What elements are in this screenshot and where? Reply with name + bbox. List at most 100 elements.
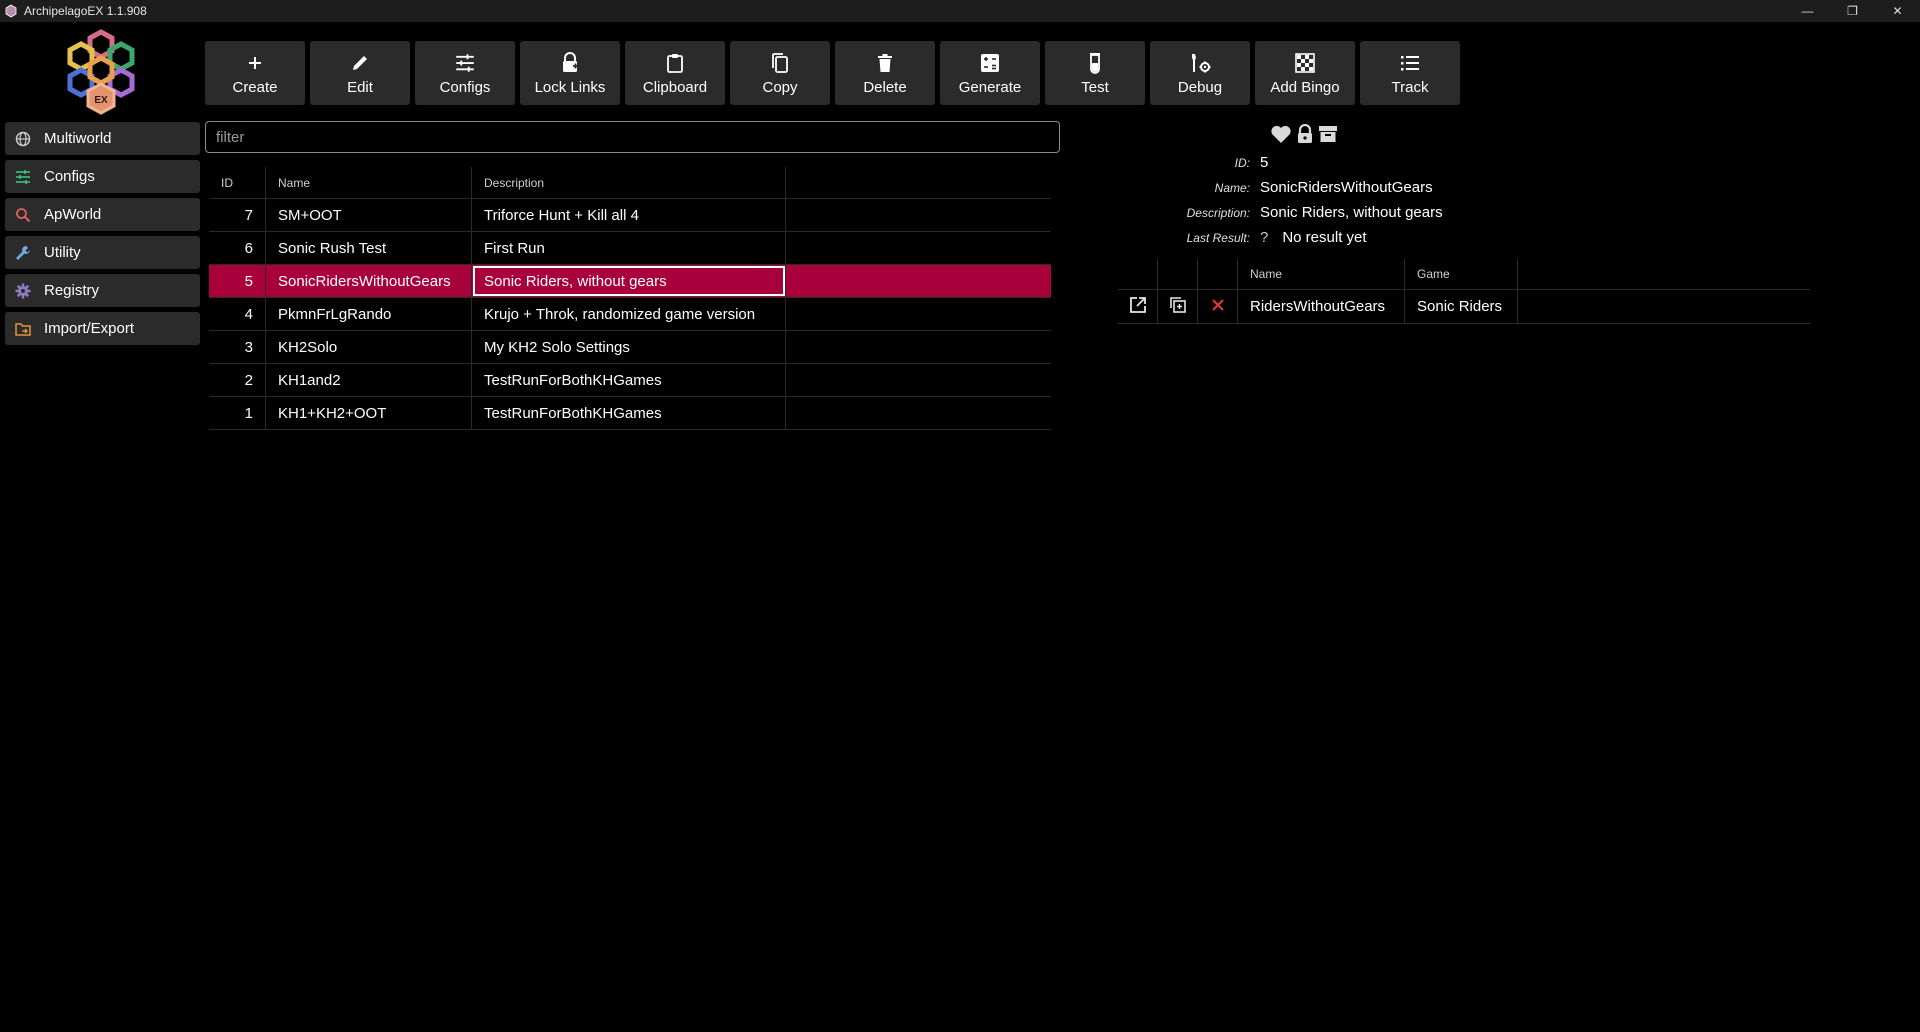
row-id: 4 [209,298,266,330]
sidebar-item-apworld[interactable]: ApWorld [5,198,200,231]
sliders-icon [14,168,32,186]
row-spacer [786,199,1051,231]
open-external-icon [1129,296,1147,318]
sidebar-item-multiworld[interactable]: Multiworld [5,122,200,155]
heart-icon[interactable] [1270,124,1292,148]
lock-links-button[interactable]: Lock Links [520,41,620,105]
sidebar-item-label: Import/Export [44,320,135,337]
sliders-icon [455,51,475,75]
row-spacer [786,232,1051,264]
row-name: SonicRidersWithoutGears [266,265,472,297]
detail-label: ID: [1234,155,1250,170]
row-id: 3 [209,331,266,363]
row-id: 1 [209,397,266,429]
remove-button[interactable] [1198,290,1238,323]
row-name: KH1+KH2+OOT [266,397,472,429]
copy-button[interactable]: Copy [730,41,830,105]
close-icon [1211,298,1225,316]
detail-label: Last Result: [1186,230,1250,245]
column-header-name[interactable]: Name [266,167,472,198]
copy-icon [770,51,790,75]
detail-label: Description: [1186,205,1250,220]
table-row[interactable]: 1 KH1+KH2+OOT TestRunForBothKHGames [209,397,1051,430]
list-icon [1400,51,1420,75]
row-name: Sonic Rush Test [266,232,472,264]
pencil-icon [350,51,370,75]
row-spacer [786,397,1051,429]
sidebar-item-utility[interactable]: Utility [5,236,200,269]
test-button[interactable]: Test [1045,41,1145,105]
toolbar: Create Edit Configs Lock Links Clipboard… [205,41,1465,105]
detail-value: 5 [1260,154,1269,171]
row-name: PkmnFrLgRando [266,298,472,330]
plus-icon [246,51,264,75]
row-name: KH1and2 [266,364,472,396]
row-spacer [786,298,1051,330]
table-row[interactable]: 3 KH2Solo My KH2 Solo Settings [209,331,1051,364]
table-row[interactable]: 6 Sonic Rush Test First Run [209,232,1051,265]
table-row[interactable]: 7 SM+OOT Triforce Hunt + Kill all 4 [209,199,1051,232]
track-button[interactable]: Track [1360,41,1460,105]
clipboard-button[interactable]: Clipboard [625,41,725,105]
window-controls: — ❐ ✕ [1785,0,1920,22]
add-bingo-button[interactable]: Add Bingo [1255,41,1355,105]
trash-icon [877,51,893,75]
checkerboard-icon [1295,51,1315,75]
sidebar-item-registry[interactable]: Registry [5,274,200,307]
row-spacer [786,265,1051,297]
calculator-icon [980,51,1000,75]
window-title: ArchipelagoEX 1.1.908 [24,4,147,18]
table-row[interactable]: 2 KH1and2 TestRunForBothKHGames [209,364,1051,397]
row-description: Triforce Hunt + Kill all 4 [472,199,786,231]
tools-icon [1189,51,1211,75]
column-header-spacer [1518,259,1810,289]
app-logo: EX [67,29,135,115]
close-window-button[interactable]: ✕ [1875,0,1920,22]
column-header-name[interactable]: Name [1238,259,1405,289]
search-icon [14,206,32,224]
archive-icon[interactable] [1318,124,1338,148]
generate-button[interactable]: Generate [940,41,1040,105]
edit-button[interactable]: Edit [310,41,410,105]
debug-button[interactable]: Debug [1150,41,1250,105]
column-header-spacer [786,167,1051,198]
row-name: SM+OOT [266,199,472,231]
create-button[interactable]: Create [205,41,305,105]
column-header-description[interactable]: Description [472,167,786,198]
detail-value: SonicRidersWithoutGears [1260,179,1433,196]
sidebar-item-label: Registry [44,282,100,299]
filter-input[interactable] [205,121,1060,153]
detail-value: Sonic Riders, without gears [1260,204,1443,221]
row-game: Sonic Riders [1405,290,1518,323]
lock-plus-icon [560,51,580,75]
column-header-game[interactable]: Game [1405,259,1518,289]
sidebar-item-import-export[interactable]: Import/Export [5,312,200,345]
column-header-id[interactable]: ID [209,167,266,198]
row-spacer [786,331,1051,363]
row-id: 5 [209,265,266,297]
column-header-copy [1158,259,1198,289]
minimize-button[interactable]: — [1785,0,1830,22]
row-id: 7 [209,199,266,231]
detail-label: Name: [1214,180,1250,195]
delete-button[interactable]: Delete [835,41,935,105]
table-row-selected[interactable]: 5 SonicRidersWithoutGears Sonic Riders, … [209,265,1051,298]
table-row[interactable]: 4 PkmnFrLgRando Krujo + Throk, randomize… [209,298,1051,331]
table-row[interactable]: RidersWithoutGears Sonic Riders [1118,290,1810,324]
row-id: 6 [209,232,266,264]
row-description: First Run [472,232,786,264]
sidebar-item-label: Configs [44,168,95,185]
lock-icon[interactable] [1296,123,1314,148]
open-external-button[interactable] [1118,290,1158,323]
row-description: My KH2 Solo Settings [472,331,786,363]
sidebar-item-configs[interactable]: Configs [5,160,200,193]
detail-last-result: Last Result: ? No result yet [1100,225,1700,250]
table-header: ID Name Description [209,167,1051,199]
app-icon [5,4,17,18]
column-header-open [1118,259,1158,289]
duplicate-button[interactable] [1158,290,1198,323]
restore-button[interactable]: ❐ [1830,0,1875,22]
row-description: TestRunForBothKHGames [472,397,786,429]
row-description[interactable]: Sonic Riders, without gears [472,265,786,297]
configs-button[interactable]: Configs [415,41,515,105]
